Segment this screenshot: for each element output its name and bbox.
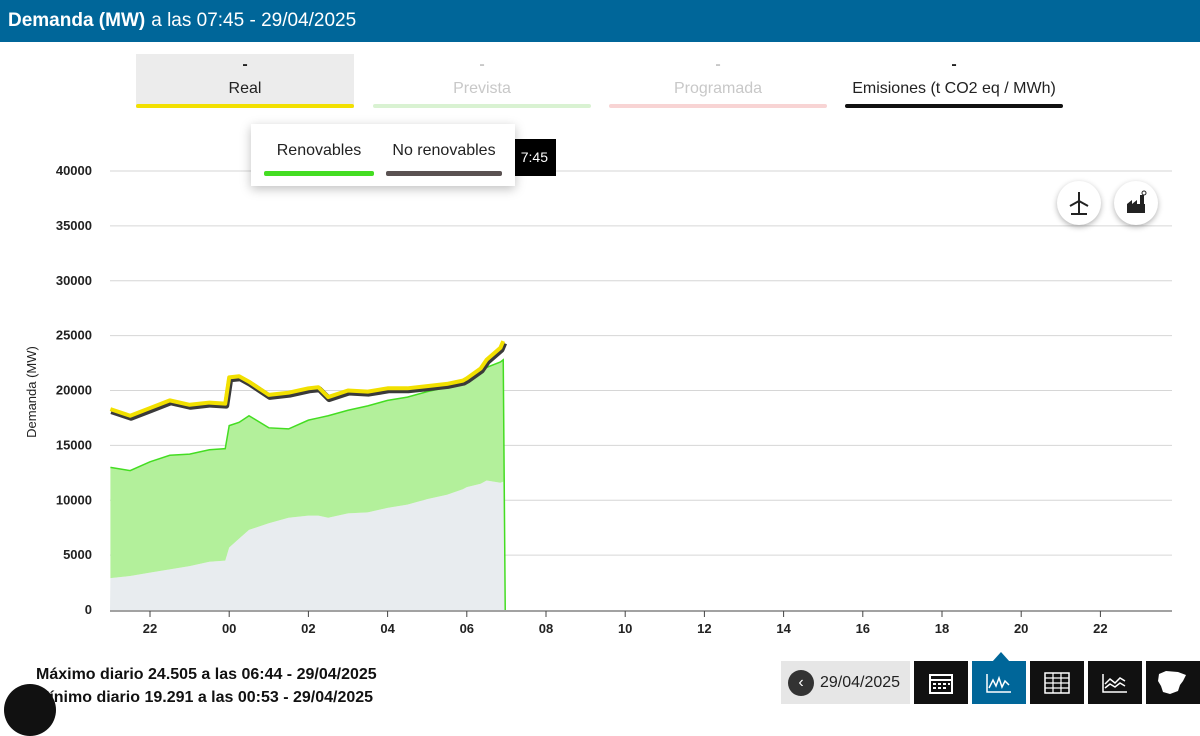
x-tick-label: 02 bbox=[301, 621, 315, 636]
legend-renovables-label: Renovables bbox=[276, 142, 362, 159]
y-tick-label: 20000 bbox=[56, 383, 92, 398]
x-tick-label: 10 bbox=[618, 621, 632, 636]
tab-prevista[interactable]: - Prevista bbox=[373, 54, 591, 108]
y-tick-label: 5000 bbox=[63, 547, 92, 562]
calendar-icon bbox=[929, 673, 953, 694]
tab-programada-label: Programada bbox=[673, 80, 763, 97]
wind-turbine-icon bbox=[1069, 192, 1089, 215]
daily-max: Máximo diario 24.505 a las 06:44 - 29/04… bbox=[36, 666, 377, 683]
y-tick-label: 40000 bbox=[56, 163, 92, 178]
x-tick-label: 06 bbox=[460, 621, 474, 636]
y-tick-label: 0 bbox=[85, 602, 92, 617]
table-view-button[interactable] bbox=[1030, 661, 1084, 704]
current-date[interactable]: 29/04/2025 bbox=[820, 674, 900, 692]
legend-popup: Renovables No renovables bbox=[251, 124, 515, 186]
x-tick-label: 16 bbox=[856, 621, 870, 636]
calendar-button[interactable] bbox=[914, 661, 968, 704]
chevron-left-icon[interactable]: ‹ bbox=[788, 669, 814, 696]
y-axis-label: Demanda (MW) bbox=[24, 346, 39, 438]
y-tick-label: 35000 bbox=[56, 218, 92, 233]
tab-real-value: - bbox=[242, 56, 248, 73]
tab-real-label: Real bbox=[228, 80, 262, 97]
stacked-area-view-button[interactable] bbox=[1088, 661, 1142, 704]
legend-no-renovables-label: No renovables bbox=[392, 142, 496, 159]
tab-real-underline bbox=[136, 104, 354, 108]
tab-prevista-underline bbox=[373, 104, 591, 108]
header-title-rest: a las 07:45 - 29/04/2025 bbox=[151, 10, 357, 31]
x-tick-label: 08 bbox=[539, 621, 553, 636]
demand-chart: 0 5000 10000 15000 20000 25000 30000 35000 40000… bbox=[24, 163, 1172, 636]
table-icon bbox=[1044, 671, 1070, 694]
tab-emisiones-label: Emisiones (t CO2 eq / MWh) bbox=[852, 80, 1056, 97]
y-tick-label: 30000 bbox=[56, 273, 92, 288]
x-tick-label: 22 bbox=[143, 621, 157, 636]
tab-prevista-value: - bbox=[479, 56, 485, 73]
tab-emisiones-underline bbox=[845, 104, 1063, 108]
daily-stats: Máximo diario 24.505 a las 06:44 - 29/04… bbox=[36, 663, 377, 709]
x-tick-label: 12 bbox=[697, 621, 711, 636]
x-tick-label: 14 bbox=[776, 621, 791, 636]
y-tick-label: 10000 bbox=[56, 492, 92, 507]
x-tick-label: 04 bbox=[380, 621, 395, 636]
tab-programada-underline bbox=[609, 104, 827, 108]
legend-no-renovables[interactable]: No renovables bbox=[386, 142, 502, 176]
renewables-filter-button[interactable] bbox=[1057, 181, 1101, 225]
x-tick-label: 00 bbox=[222, 621, 236, 636]
spain-map-icon bbox=[1158, 670, 1186, 694]
floating-action-button[interactable] bbox=[4, 684, 56, 736]
y-tick-label: 25000 bbox=[56, 328, 92, 343]
tab-programada-value: - bbox=[715, 56, 721, 73]
page-header: Demanda (MW) a las 07:45 - 29/04/2025 bbox=[0, 0, 1200, 42]
time-tooltip: 7:45 bbox=[510, 139, 556, 176]
tab-prevista-label: Prevista bbox=[453, 80, 511, 97]
factory-icon bbox=[1127, 190, 1147, 213]
x-tick-label: 20 bbox=[1014, 621, 1028, 636]
non-renewables-filter-button[interactable] bbox=[1114, 181, 1158, 225]
legend-renovables[interactable]: Renovables bbox=[264, 142, 374, 176]
line-chart-icon bbox=[986, 673, 1011, 693]
tab-real[interactable]: - Real bbox=[136, 54, 354, 108]
x-tick-label: 18 bbox=[935, 621, 949, 636]
map-view-button[interactable] bbox=[1146, 661, 1200, 704]
y-tick-label: 15000 bbox=[56, 437, 92, 452]
tab-emisiones-value: - bbox=[951, 56, 957, 73]
date-navigator: ‹ 29/04/2025 bbox=[781, 661, 910, 704]
legend-no-renovables-swatch bbox=[386, 171, 502, 176]
daily-min: Mínimo diario 19.291 a las 00:53 - 29/04… bbox=[36, 689, 374, 706]
stacked-area-icon bbox=[1102, 673, 1127, 693]
header-title-bold: Demanda (MW) bbox=[8, 10, 146, 31]
legend-renovables-swatch bbox=[264, 171, 374, 176]
tab-emisiones[interactable]: - Emisiones (t CO2 eq / MWh) bbox=[845, 54, 1063, 108]
x-tick-label: 22 bbox=[1093, 621, 1107, 636]
line-chart-view-button[interactable] bbox=[972, 661, 1026, 704]
tab-programada[interactable]: - Programada bbox=[609, 54, 827, 108]
